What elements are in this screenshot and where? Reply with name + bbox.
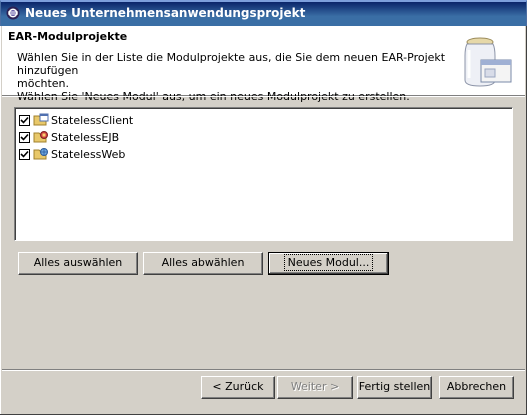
ejb-project-icon xyxy=(33,131,48,143)
description-line: Wählen Sie in der Liste die Modulprojekt… xyxy=(17,51,446,77)
application-client-project-icon xyxy=(33,113,49,126)
select-all-button[interactable]: Alles auswählen xyxy=(18,252,138,275)
back-button[interactable]: < Zurück xyxy=(201,376,275,399)
list-item-label: StatelessClient xyxy=(51,113,134,127)
cancel-button[interactable]: Abbrechen xyxy=(439,376,514,399)
header-separator xyxy=(2,96,525,97)
page-title: EAR-Modulprojekte xyxy=(8,30,128,43)
module-checkbox[interactable] xyxy=(19,114,30,126)
list-item-label: StatelessEJB xyxy=(51,130,120,144)
checkmark-icon xyxy=(20,116,29,124)
list-item[interactable]: StatelessEJB xyxy=(19,129,119,145)
title-bar[interactable]: Neues Unternehmensanwendungsprojekt xyxy=(0,0,527,26)
web-project-icon xyxy=(33,148,48,160)
module-checkbox[interactable] xyxy=(19,148,30,160)
next-button[interactable]: Weiter > xyxy=(277,376,353,399)
module-checkbox[interactable] xyxy=(19,131,30,143)
eclipse-app-icon xyxy=(6,6,20,20)
wizard-header: EAR-Modulprojekte Wählen Sie in der List… xyxy=(2,26,525,103)
footer-separator xyxy=(2,369,525,371)
module-project-list[interactable]: StatelessClient StatelessEJB StatelessWe… xyxy=(14,107,513,241)
new-module-button[interactable]: Neues Modul... xyxy=(268,252,389,275)
jar-banner-icon xyxy=(464,37,512,87)
description-line: möchten. xyxy=(17,77,70,90)
deselect-all-button[interactable]: Alles abwählen xyxy=(143,252,263,275)
list-item[interactable]: StatelessWeb xyxy=(19,146,125,162)
checkmark-icon xyxy=(20,150,29,158)
checkmark-icon xyxy=(20,133,29,141)
finish-button[interactable]: Fertig stellen xyxy=(357,376,432,399)
list-item[interactable]: StatelessClient xyxy=(19,112,133,128)
window-title: Neues Unternehmensanwendungsprojekt xyxy=(25,6,306,20)
list-item-label: StatelessWeb xyxy=(51,147,126,161)
